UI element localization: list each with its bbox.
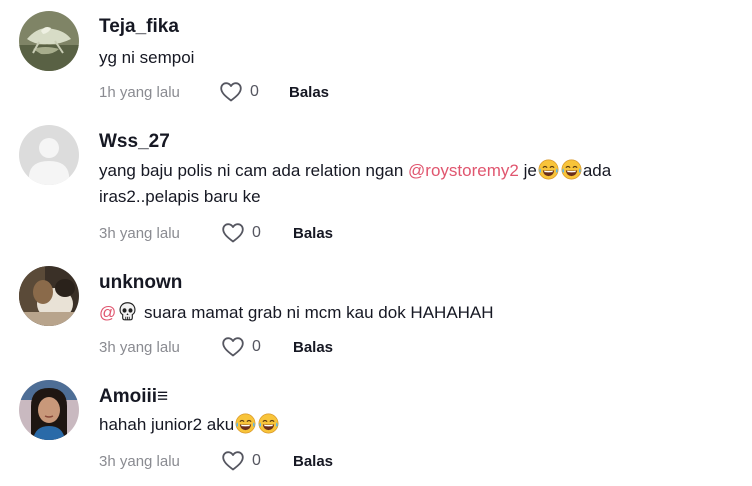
mention-link[interactable]: @: [99, 303, 116, 322]
heart-outline-icon: [221, 221, 245, 245]
profile-photo-icon: [19, 11, 79, 71]
like-button[interactable]: 0: [221, 335, 293, 359]
timestamp: 1h yang lalu: [99, 83, 180, 101]
comment-text: yang baju polis ni cam ada relation ngan…: [99, 158, 719, 210]
face-with-tears-of-joy-emoji: [235, 413, 256, 434]
avatar[interactable]: [19, 266, 79, 326]
heart-outline-icon: [219, 80, 243, 104]
avatar[interactable]: [19, 125, 79, 185]
comment-meta: 3h yang lalu 0 Balas: [99, 335, 333, 359]
reply-button[interactable]: Balas: [293, 225, 333, 242]
profile-photo-icon: [19, 266, 79, 326]
timestamp: 3h yang lalu: [99, 452, 180, 470]
comment-text-body: je: [518, 161, 537, 180]
like-button[interactable]: 0: [221, 221, 293, 245]
comment-meta: 3h yang lalu 0 Balas: [99, 221, 333, 245]
timestamp: 3h yang lalu: [99, 224, 180, 242]
face-with-tears-of-joy-emoji: [258, 413, 279, 434]
comment-meta: 1h yang lalu 0 Balas: [99, 80, 329, 104]
face-with-tears-of-joy-emoji: [538, 159, 559, 180]
comment-text-body: ada: [582, 161, 612, 180]
like-count: 0: [252, 452, 261, 469]
username[interactable]: Teja_fika: [99, 16, 179, 38]
comment-text: yg ni sempoi: [99, 45, 719, 71]
avatar[interactable]: [19, 11, 79, 71]
comment-text-body: suara mamat grab ni mcm kau dok HAHAHAH: [139, 303, 494, 322]
skull-emoji: [117, 301, 138, 322]
comment-text-body: yang baju polis ni cam ada relation ngan: [99, 161, 409, 180]
reply-button[interactable]: Balas: [293, 453, 333, 470]
default-avatar-icon: [19, 125, 79, 185]
profile-photo-icon: [19, 380, 79, 440]
username[interactable]: Wss_27: [99, 131, 170, 153]
username[interactable]: unknown: [99, 272, 182, 294]
like-button[interactable]: 0: [219, 80, 289, 104]
comment-meta: 3h yang lalu 0 Balas: [99, 449, 333, 473]
comment-text-body: yg ni sempoi: [99, 48, 195, 67]
mention-link[interactable]: @roystoremy2: [408, 161, 519, 180]
comment-text: @ suara mamat grab ni mcm kau dok HAHAHA…: [99, 300, 719, 326]
like-button[interactable]: 0: [221, 449, 293, 473]
avatar[interactable]: [19, 380, 79, 440]
comment-text: hahah junior2 aku: [99, 412, 719, 438]
reply-button[interactable]: Balas: [289, 84, 329, 101]
like-count: 0: [252, 224, 261, 241]
like-count: 0: [250, 83, 259, 100]
username[interactable]: Amoiii≡: [99, 386, 168, 408]
comment-text-body: hahah junior2 aku: [99, 415, 235, 434]
timestamp: 3h yang lalu: [99, 338, 180, 356]
reply-button[interactable]: Balas: [293, 339, 333, 356]
face-with-tears-of-joy-emoji: [561, 159, 582, 180]
heart-outline-icon: [221, 449, 245, 473]
comment-text-line2: iras2..pelapis baru ke: [99, 187, 261, 206]
like-count: 0: [252, 338, 261, 355]
heart-outline-icon: [221, 335, 245, 359]
